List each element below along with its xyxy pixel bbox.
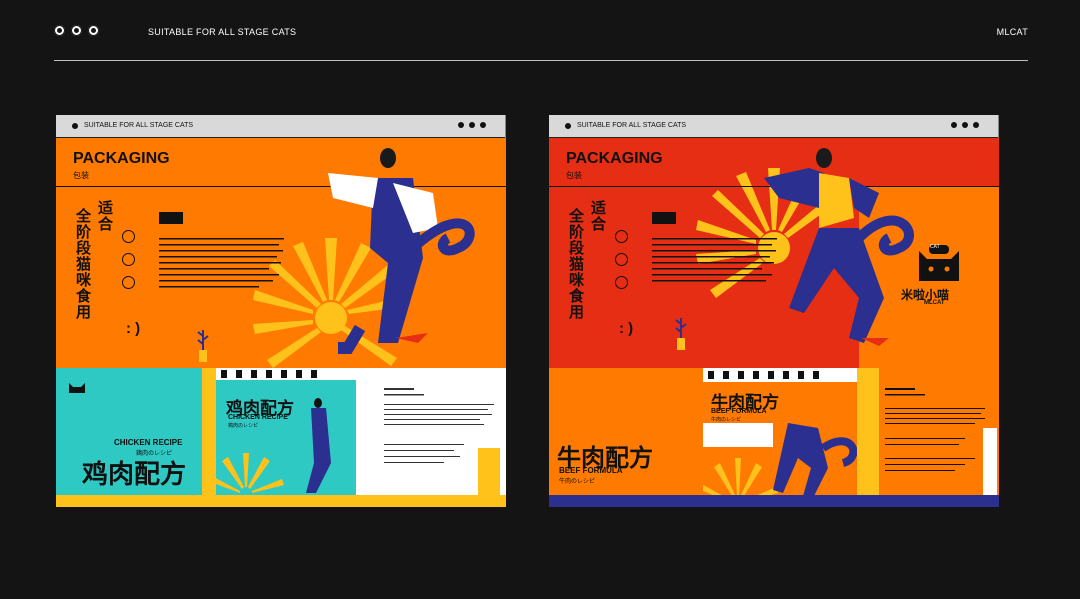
vertical-slogan-short: 适合 [96,200,113,232]
cat-icon [615,230,628,243]
nutrition-text-lines [384,388,500,498]
side-recipe-jp: 牛肉のレシピ [711,417,742,423]
smile-text: : ) [126,320,141,337]
recipe-en: CHICKEN RECIPE [114,438,183,447]
side-recipe-jp: 鶏肉のレシピ [228,423,259,429]
cat-icon [122,230,135,243]
bag-front: CHICKEN RECIPE 鶏肉のレシピ 鸡肉配方 [56,368,216,507]
bag-gusset-right [356,368,378,507]
recipe-en: BEEF FORMULA [559,466,623,475]
plant-icon [675,318,687,350]
cat-person-illustration [328,148,475,354]
bag-front: 牛肉配方 BEEF FORMULA 牛肉のレシピ [549,368,704,507]
dot-icon [565,123,571,129]
top-bar: SUITABLE FOR ALL STAGE CATS MLCAT [0,0,1080,62]
flower-icon [71,25,82,36]
bag-gusset-right [857,368,879,507]
panel-window-title: SUITABLE FOR ALL STAGE CATS [577,122,687,129]
bag-back [378,368,506,507]
panel-scrollbar[interactable] [505,115,520,507]
panel-artwork: PACKAGING 包装 全阶段猫咪食用 适合 : ) [56,138,506,507]
panel-artwork: PACKAGING 包装 全阶段猫咪食用 适合 : ) [549,138,999,507]
description-text [159,238,286,300]
brand-mark [159,212,183,224]
header-divider [54,60,1028,61]
packaging-upper-section: PACKAGING 包装 全阶段猫咪食用 适合 : ) [56,138,506,368]
cat-person-illustration [764,148,914,346]
vertical-slogan: 全阶段猫咪食用 [74,208,91,320]
panel-title-bar: SUITABLE FOR ALL STAGE CATS [549,115,1013,138]
window-controls[interactable] [458,122,486,128]
bag-back [879,368,999,507]
fish-icon [615,253,628,266]
flower-icon [54,25,65,36]
fish-icon [122,253,135,266]
packaging-subtitle: 包装 [566,171,582,180]
window-dot-icon[interactable] [951,122,957,128]
feature-icons [615,230,628,289]
bag-gusset [202,368,216,507]
smile-text: : ) [619,320,634,337]
packaging-subtitle: 包装 [73,171,89,180]
panel-title-bar: SUITABLE FOR ALL STAGE CATS [56,115,520,138]
recipe-cn: 鸡肉配方 [82,459,187,489]
meat-icon [122,276,135,289]
nutrition-text-lines [885,388,997,498]
window-dot-icon[interactable] [973,122,979,128]
packaging-title: PACKAGING [73,150,170,167]
panel-window-title: SUITABLE FOR ALL STAGE CATS [84,122,194,129]
flower-icons [54,25,99,36]
bag-side-header [222,368,352,394]
flower-icon [88,25,99,36]
dot-icon [72,123,78,129]
meat-icon [615,276,628,289]
logo-en: MLCAT [924,300,945,306]
header-brand: MLCAT [996,27,1028,37]
logo-badge: CAT [930,244,940,250]
window-dot-icon[interactable] [480,122,486,128]
text-lines [159,238,284,288]
side-recipe-en: CHICKEN RECIPE [228,414,288,421]
packaging-lower-section: 牛肉配方 BEEF FORMULA 牛肉のレシピ 牛肉配方 BEEF FORMU… [549,368,999,507]
packaging-title: PACKAGING [566,150,663,167]
packaging-panel-chicken: SUITABLE FOR ALL STAGE CATS PACKAGING 包装… [56,115,520,507]
bottom-stripe [56,495,506,507]
side-recipe-en: BEEF FORMULA [711,408,767,415]
feature-icons [122,230,135,289]
window-dot-icon[interactable] [469,122,475,128]
window-dot-icon[interactable] [962,122,968,128]
brand-mark [652,212,676,224]
panel-scrollbar[interactable] [998,115,1013,507]
recipe-jp: 牛肉のレシピ [559,479,596,485]
plant-icon [197,330,209,362]
bottom-stripe [549,495,999,507]
cat-logo-icon [69,383,85,393]
packaging-panel-beef: SUITABLE FOR ALL STAGE CATS PACKAGING 包装… [549,115,1013,507]
packaging-upper-section: PACKAGING 包装 全阶段猫咪食用 适合 : ) [549,138,999,368]
header-tagline: SUITABLE FOR ALL STAGE CATS [148,27,297,37]
packaging-lower-section: CHICKEN RECIPE 鶏肉のレシピ 鸡肉配方 鸡肉配方 CHICKEN … [56,368,506,507]
vertical-slogan-short: 适合 [589,200,606,232]
vertical-slogan: 全阶段猫咪食用 [567,208,584,320]
window-dot-icon[interactable] [458,122,464,128]
window-controls[interactable] [951,122,979,128]
